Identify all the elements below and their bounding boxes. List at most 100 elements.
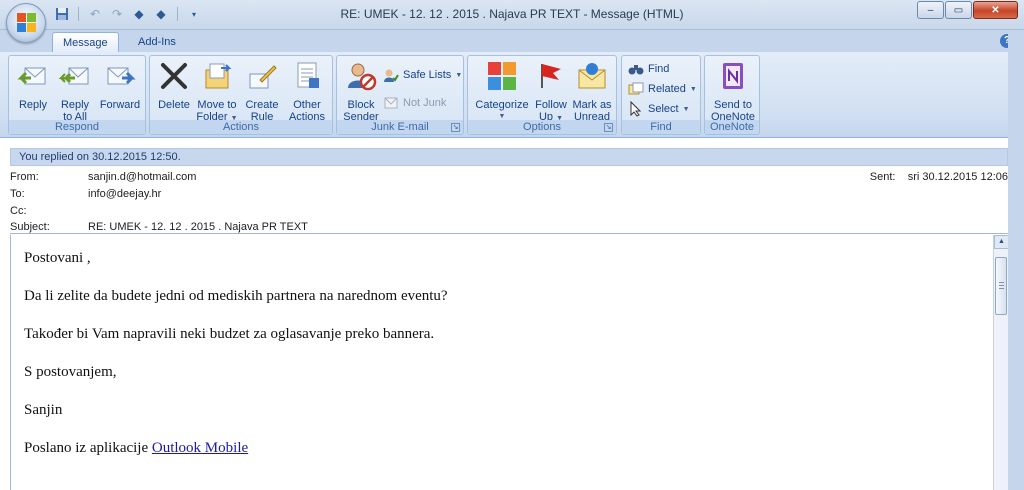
body-paragraph: Da li zelite da budete jedni od mediskih… <box>24 288 448 304</box>
find-label: Find <box>648 63 670 75</box>
window-title: RE: UMEK - 12. 12 . 2015 . Najava PR TEX… <box>340 7 684 21</box>
body-paragraph: Poslano iz aplikacije Outlook Mobile <box>24 438 980 458</box>
options-group-label: Options <box>468 120 616 134</box>
subject-value: RE: UMEK - 12. 12 . 2015 . Najava PR TEX… <box>88 221 308 233</box>
ribbon-tab-row: Message Add-Ins ? <box>0 30 1024 52</box>
other-actions-label-line1: Other <box>293 99 321 111</box>
tab-add-ins[interactable]: Add-Ins <box>128 32 186 52</box>
ribbon: Reply Reply to All Forward Respond Delet… <box>0 52 1024 138</box>
send-to-onenote-label-line1: Send to <box>714 99 752 111</box>
dropdown-arrow-icon: ▼ <box>455 71 463 79</box>
not-junk-button[interactable]: Not Junk <box>383 94 446 112</box>
forward-label: Forward <box>99 99 141 111</box>
not-junk-icon <box>384 97 398 109</box>
body-paragraph: Također bi Vam napravili neki budzet za … <box>24 326 435 342</box>
title-bar: ↶ ↷ ◆ ◆ ▾ RE: UMEK - 12. 12 . 2015 . Naj… <box>0 0 1024 30</box>
dropdown-arrow-icon: ▼ <box>682 105 690 113</box>
junk-email-group: Block Sender Safe Lists ▼ Not Junk Junk … <box>336 55 464 135</box>
mark-as-unread-icon <box>578 63 606 89</box>
respond-group: Reply Reply to All Forward Respond <box>8 55 146 135</box>
window-controls: ‒ ▭ ✕ <box>916 1 1018 19</box>
scroll-thumb[interactable] <box>995 257 1007 315</box>
office-logo-icon <box>17 13 37 33</box>
create-rule-icon <box>249 65 277 89</box>
reply-button[interactable]: Reply <box>13 60 53 111</box>
scroll-up-arrow-icon[interactable]: ▲ <box>994 235 1009 249</box>
onenote-group: Send to OneNote OneNote <box>704 55 760 135</box>
move-to-folder-label-line1: Move to <box>197 99 237 111</box>
categorize-button[interactable]: Categorize ▼ <box>472 60 532 123</box>
minimize-button[interactable]: ‒ <box>917 1 944 19</box>
categorize-icon <box>488 62 516 90</box>
close-button[interactable]: ✕ <box>973 1 1018 19</box>
follow-up-label-line1: Follow <box>535 99 567 111</box>
maximize-button[interactable]: ▭ <box>945 1 972 19</box>
block-sender-button[interactable]: Block Sender <box>341 60 381 123</box>
options-group: Categorize ▼ Follow Up ▼ Mark as Unread … <box>467 55 617 135</box>
create-rule-button[interactable]: Create Rule <box>242 60 282 123</box>
from-value[interactable]: sanjin.d@hotmail.com <box>88 171 196 183</box>
reply-label: Reply <box>18 99 48 111</box>
window-frame-edge <box>1008 30 1024 490</box>
delete-label: Delete <box>158 99 190 111</box>
body-paragraph: Postovani , <box>24 250 91 266</box>
body-paragraph: S postovanjem, <box>24 364 117 380</box>
safe-lists-button[interactable]: Safe Lists ▼ <box>383 66 462 84</box>
office-button[interactable] <box>6 3 46 43</box>
move-to-folder-button[interactable]: Move to Folder ▼ <box>194 60 240 125</box>
message-body[interactable]: Postovani , Da li zelite da budete jedni… <box>10 235 993 490</box>
cc-label: Cc: <box>10 205 27 217</box>
follow-up-button[interactable]: Follow Up ▼ <box>532 60 570 125</box>
related-label: Related <box>648 83 686 95</box>
reply-all-icon <box>58 67 89 85</box>
outlook-mobile-link[interactable]: Outlook Mobile <box>152 440 248 456</box>
mark-as-unread-button[interactable]: Mark as Unread <box>570 60 614 123</box>
tab-message[interactable]: Message <box>52 32 119 52</box>
to-value[interactable]: info@deejay.hr <box>88 188 161 200</box>
other-actions-icon <box>297 62 319 88</box>
body-paragraph: Sanjin <box>24 402 63 418</box>
to-label: To: <box>10 188 25 200</box>
forward-button[interactable]: Forward <box>97 60 143 111</box>
safe-lists-icon <box>384 69 399 82</box>
info-bar[interactable]: You replied on 30.12.2015 12:50. <box>10 148 1008 166</box>
vertical-scrollbar[interactable]: ▲ <box>993 235 1009 490</box>
block-sender-label-line1: Block <box>347 99 375 111</box>
actions-group-label: Actions <box>150 120 332 134</box>
flag-icon <box>541 64 561 88</box>
move-to-folder-icon <box>205 63 232 89</box>
find-group-label: Find <box>622 120 700 134</box>
junk-email-group-label: Junk E-mail <box>337 120 463 134</box>
sent-label: Sent: <box>869 171 896 183</box>
block-sender-icon <box>348 63 377 91</box>
safe-lists-label: Safe Lists <box>403 69 452 81</box>
select-button[interactable]: Select ▼ <box>628 100 690 118</box>
delete-button[interactable]: Delete <box>154 60 194 111</box>
header-divider <box>10 233 1008 234</box>
scroll-grip <box>999 285 1004 286</box>
related-icon <box>628 82 644 95</box>
actions-group: Delete Move to Folder ▼ Create Rule Othe… <box>149 55 333 135</box>
mark-as-unread-label-line1: Mark as <box>572 99 612 111</box>
categorize-label: Categorize <box>475 99 529 111</box>
cursor-arrow-icon <box>630 101 642 117</box>
not-junk-label: Not Junk <box>403 97 447 109</box>
reply-all-button[interactable]: Reply to All <box>55 60 95 123</box>
scroll-grip <box>999 282 1004 283</box>
dialog-launcher-icon[interactable]: ↘ <box>451 123 460 132</box>
delete-icon <box>161 63 187 89</box>
find-group: Find Related ▼ Select ▼ Find <box>621 55 701 135</box>
binoculars-icon <box>628 65 644 75</box>
forward-icon <box>107 67 136 85</box>
related-button[interactable]: Related ▼ <box>628 80 697 98</box>
onenote-group-label: OneNote <box>705 120 759 134</box>
reply-all-label-line1: Reply <box>60 99 90 111</box>
from-label: From: <box>10 171 39 183</box>
dialog-launcher-icon[interactable]: ↘ <box>604 123 613 132</box>
subject-label: Subject: <box>10 221 50 233</box>
find-button[interactable]: Find <box>628 60 669 78</box>
send-to-onenote-button[interactable]: Send to OneNote <box>707 60 759 123</box>
create-rule-label-line1: Create <box>245 99 279 111</box>
respond-group-label: Respond <box>9 120 145 134</box>
sent-field: Sent: sri 30.12.2015 12:06 <box>870 171 1008 183</box>
